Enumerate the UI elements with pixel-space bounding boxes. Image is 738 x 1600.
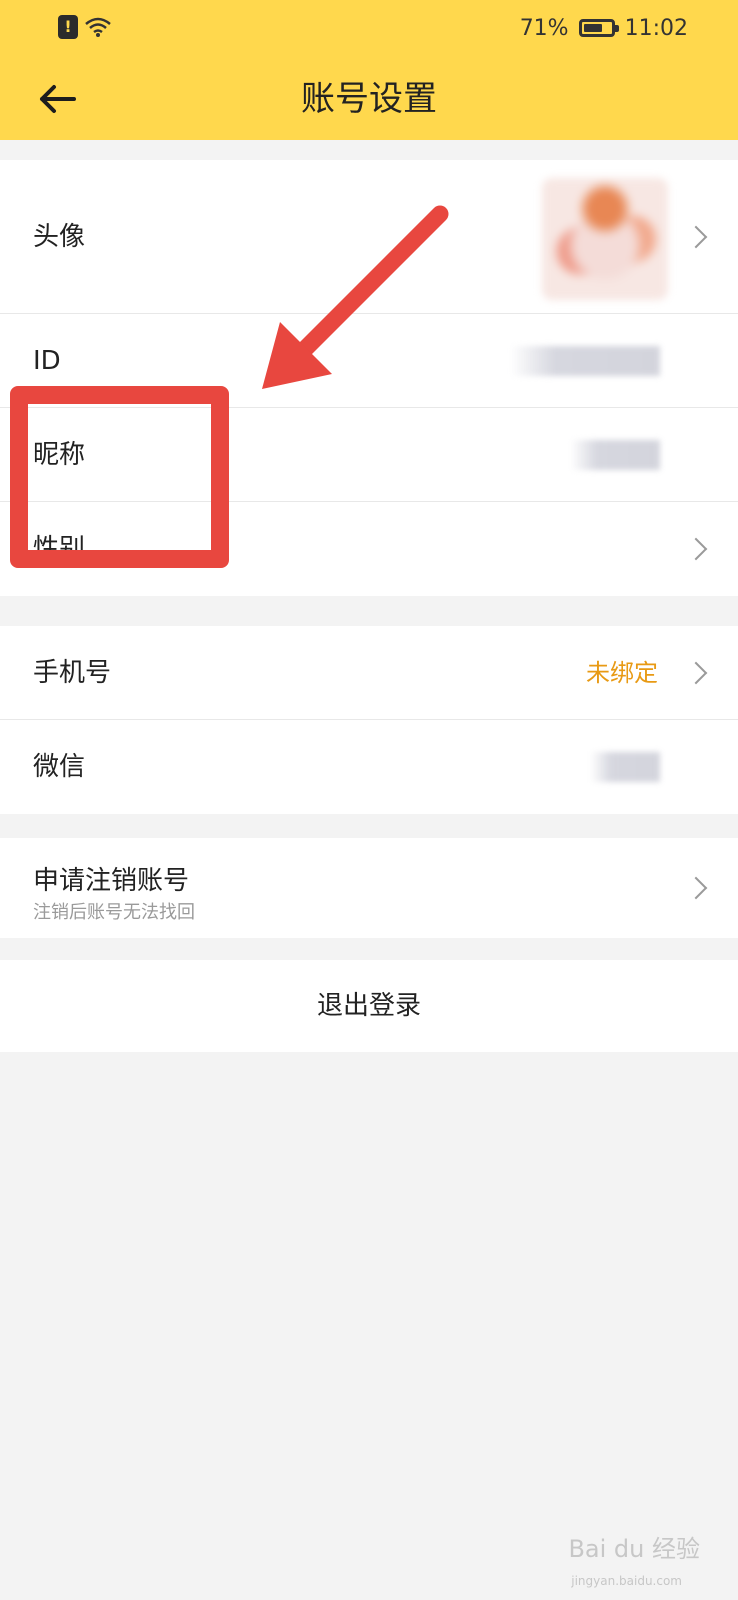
- status-right: 71% 11:02: [520, 12, 688, 44]
- chevron-right-icon: [684, 661, 708, 684]
- screen: ! 71% 11:02 账号设置 头像 ID 昵称 性别 手机号 未绑定 微信 …: [0, 0, 738, 1600]
- chevron-right-icon: [684, 537, 708, 561]
- cancel-account-title: 申请注销账号: [33, 866, 190, 896]
- phone-label: 手机号: [33, 658, 112, 688]
- id-row: ID: [0, 314, 738, 408]
- baidu-watermark: Bai du 经验: [568, 1529, 700, 1564]
- status-left: !: [58, 12, 112, 42]
- phone-row[interactable]: 手机号 未绑定: [0, 626, 738, 720]
- battery-icon: [578, 19, 619, 37]
- cancel-account-row[interactable]: 申请注销账号 注销后账号无法找回: [0, 838, 738, 938]
- watermark-url: jingyan.baidu.com: [571, 1574, 682, 1588]
- battery-level: [583, 24, 602, 32]
- chevron-right-icon: [684, 225, 708, 248]
- binding-section: 手机号 未绑定 微信: [0, 626, 738, 814]
- wifi-icon: [84, 16, 112, 38]
- watermark-logo: Bai du 经验: [568, 1535, 700, 1563]
- wechat-row[interactable]: 微信: [0, 720, 738, 814]
- chevron-right-icon: [684, 876, 708, 900]
- status-bar: ! 71% 11:02: [0, 0, 738, 56]
- cancel-account-subtitle: 注销后账号无法找回: [33, 902, 195, 923]
- battery-percent: 71%: [519, 15, 569, 41]
- avatar-row[interactable]: 头像: [0, 160, 738, 314]
- wechat-label: 微信: [33, 752, 86, 782]
- profile-section: 头像 ID 昵称 性别: [0, 160, 738, 596]
- alert-icon: !: [58, 15, 78, 39]
- avatar: [542, 178, 668, 300]
- id-value-blurred: [510, 346, 660, 376]
- avatar-label: 头像: [33, 222, 86, 252]
- nickname-label: 昵称: [33, 440, 86, 470]
- nickname-row[interactable]: 昵称: [0, 408, 738, 502]
- wechat-value-blurred: [590, 752, 660, 782]
- page-title: 账号设置: [301, 79, 437, 119]
- nickname-value-blurred: [570, 440, 660, 470]
- cancel-account-section: 申请注销账号 注销后账号无法找回: [0, 838, 738, 938]
- gender-label: 性别: [33, 534, 86, 564]
- gender-row[interactable]: 性别: [0, 502, 738, 596]
- status-time: 11:02: [624, 15, 688, 41]
- top-app-bar: ! 71% 11:02 账号设置: [0, 0, 738, 140]
- phone-status: 未绑定: [586, 659, 658, 687]
- logout-button[interactable]: 退出登录: [0, 960, 738, 1052]
- id-label: ID: [33, 346, 61, 376]
